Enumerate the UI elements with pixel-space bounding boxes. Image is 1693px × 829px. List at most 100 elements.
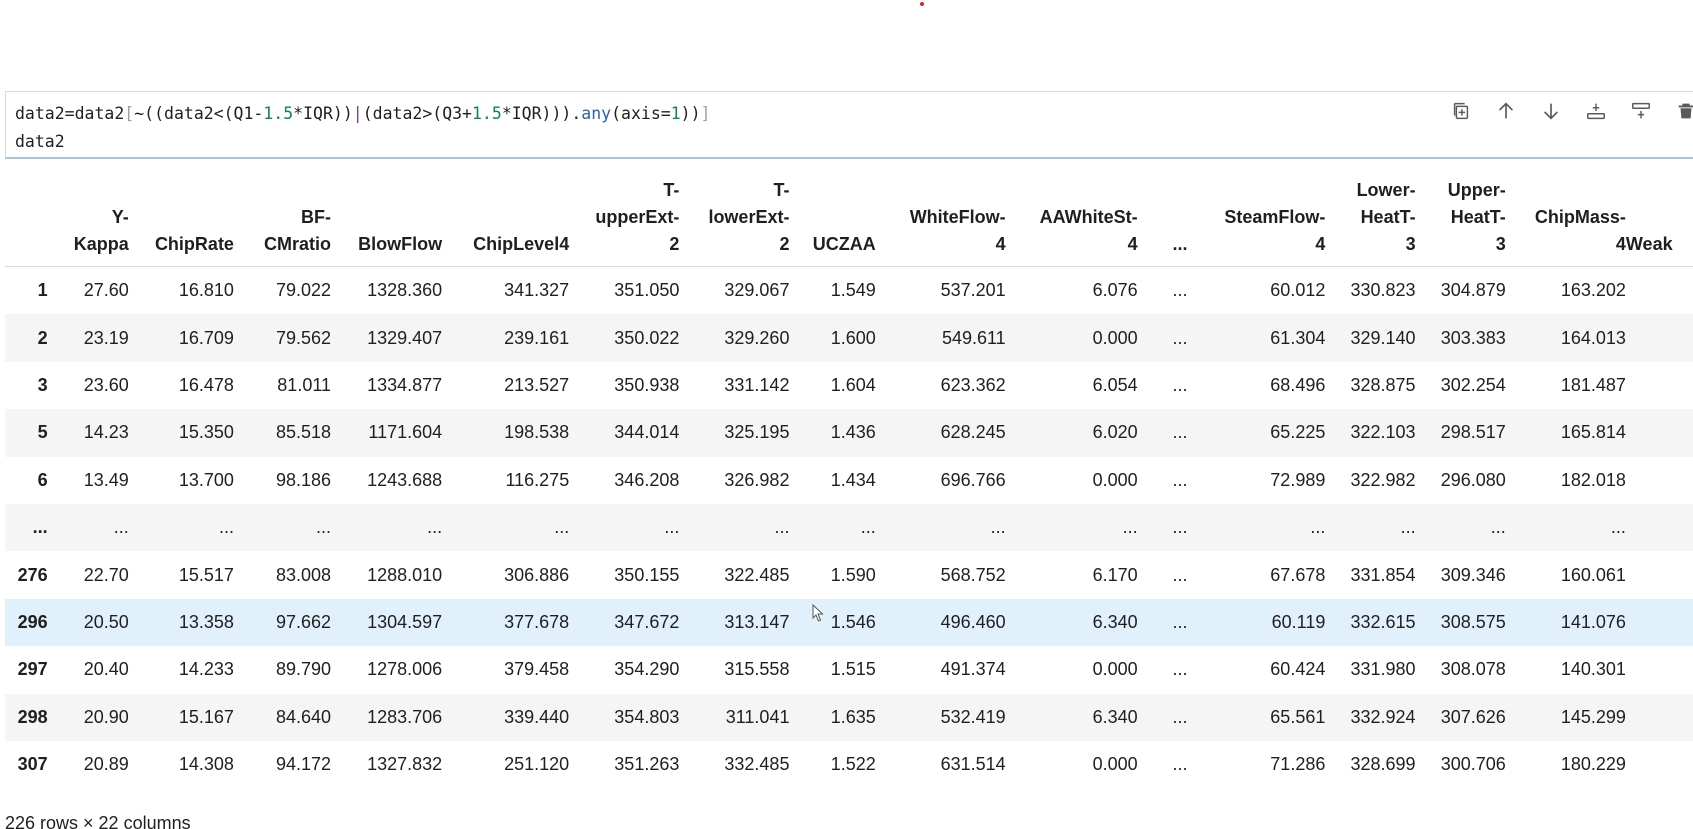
table-row[interactable]: 276 22.70 15.517 83.008 1288.010 306.886 350.1… bbox=[5, 551, 1693, 599]
table-cell: 6.076 bbox=[1005, 266, 1138, 315]
table-cell: ... bbox=[1187, 503, 1326, 552]
table-cell: 1304.597 bbox=[331, 598, 443, 647]
code-line-1: data2=data2[~((data2<(Q1-1.5*IQR))|(data… bbox=[15, 104, 711, 123]
move-up-button[interactable] bbox=[1483, 96, 1528, 126]
table-row[interactable]: 6 13.49 13.700 98.186 1243.688 116.275 346.208… bbox=[5, 456, 1693, 504]
table-cell bbox=[1625, 266, 1693, 315]
column-header: Lower- HeatT- 3 bbox=[1325, 170, 1416, 267]
table-cell: 328.875 bbox=[1325, 361, 1416, 410]
table-cell bbox=[1625, 646, 1693, 694]
table-cell: 309.346 bbox=[1415, 551, 1506, 599]
duplicate-cell-button[interactable] bbox=[1438, 96, 1483, 126]
table-cell: 20.90 bbox=[47, 693, 129, 741]
column-header-label: ChipLevel4 bbox=[473, 234, 570, 254]
table-row[interactable]: 2 23.19 16.709 79.562 1329.407 239.161 350.022… bbox=[5, 314, 1693, 362]
table-cell: 15.517 bbox=[128, 551, 234, 599]
delete-cell-button[interactable] bbox=[1663, 96, 1693, 126]
table-row[interactable]: 307 20.89 14.308 94.172 1327.832 251.120 351.2… bbox=[5, 740, 1693, 789]
column-header-label: WhiteFlow- 4 bbox=[909, 207, 1006, 254]
column-header: WhiteFlow- 4 bbox=[875, 170, 1006, 267]
table-cell: 347.672 bbox=[569, 598, 680, 647]
table-cell: ... bbox=[233, 503, 332, 552]
column-header: SteamFlow- 4 bbox=[1187, 170, 1326, 267]
table-row[interactable]: 296 20.50 13.358 97.662 1304.597 377.678 347.6… bbox=[5, 598, 1693, 647]
table-cell: 341.327 bbox=[442, 266, 570, 315]
code-editor[interactable]: data2=data2[~((data2<(Q1-1.5*IQR))|(data… bbox=[15, 100, 710, 156]
table-cell: ... bbox=[1505, 503, 1626, 552]
table-cell: ... bbox=[679, 503, 790, 552]
code-line-2: data2 bbox=[15, 132, 65, 151]
table-header-row: Y- Kappa ChipRate BF- CMratio BlowFlow ChipL… bbox=[5, 170, 1693, 267]
column-header: BF- CMratio bbox=[233, 170, 332, 267]
table-cell: 351.263 bbox=[569, 740, 680, 789]
table-cell: 81.011 bbox=[233, 361, 332, 410]
table-row[interactable]: 298 20.90 15.167 84.640 1283.706 339.440 354.8… bbox=[5, 693, 1693, 741]
table-cell: 329.067 bbox=[679, 266, 790, 315]
table-cell: 83.008 bbox=[233, 551, 332, 599]
table-cell: 213.527 bbox=[442, 361, 570, 410]
column-header-label: Lower- HeatT- 3 bbox=[1356, 180, 1416, 254]
column-header-label: AAWhiteSt- 4 bbox=[1039, 207, 1138, 254]
table-cell: 160.061 bbox=[1505, 551, 1626, 599]
table-cell: 331.142 bbox=[679, 361, 790, 410]
table-cell: 61.304 bbox=[1187, 314, 1326, 362]
column-header-label: Weak bbox=[1625, 234, 1673, 254]
table-cell: 65.561 bbox=[1187, 693, 1326, 741]
table-cell: 322.982 bbox=[1325, 456, 1416, 504]
table-cell: 1.522 bbox=[789, 740, 876, 789]
delete-icon bbox=[1678, 103, 1693, 119]
column-header: Upper- HeatT- 3 bbox=[1415, 170, 1506, 267]
table-cell: 1288.010 bbox=[331, 551, 443, 599]
row-index: 6 bbox=[5, 456, 48, 504]
table-cell: 23.60 bbox=[47, 361, 129, 410]
table-cell: 60.424 bbox=[1187, 646, 1326, 694]
table-cell: 1.604 bbox=[789, 361, 876, 410]
table-row[interactable]: 3 23.60 16.478 81.011 1334.877 213.527 350.938… bbox=[5, 361, 1693, 410]
table-cell: 14.23 bbox=[47, 409, 129, 457]
table-cell: 20.40 bbox=[47, 646, 129, 694]
column-header-label: Upper- HeatT- 3 bbox=[1447, 180, 1506, 254]
table-cell: 344.014 bbox=[569, 409, 680, 457]
table-cell: ... bbox=[128, 503, 234, 552]
column-header: ChipRate bbox=[128, 170, 234, 267]
table-cell bbox=[1625, 361, 1693, 410]
table-cell: 15.167 bbox=[128, 693, 234, 741]
table-row[interactable]: ........................................… bbox=[5, 503, 1693, 552]
table-cell: 331.854 bbox=[1325, 551, 1416, 599]
table-cell: 65.225 bbox=[1187, 409, 1326, 457]
table-cell: 6.054 bbox=[1005, 361, 1138, 410]
table-cell: 14.233 bbox=[128, 646, 234, 694]
table-cell: 296.080 bbox=[1415, 456, 1506, 504]
dataframe-table: Y- Kappa ChipRate BF- CMratio BlowFlow ChipL… bbox=[5, 170, 1693, 789]
column-header-label: ChipRate bbox=[154, 234, 234, 254]
table-cell: 1.600 bbox=[789, 314, 876, 362]
table-cell: 165.814 bbox=[1505, 409, 1626, 457]
table-cell: 251.120 bbox=[442, 740, 570, 789]
table-cell: 308.575 bbox=[1415, 598, 1506, 647]
move-down-button[interactable] bbox=[1528, 96, 1573, 126]
table-cell: 79.022 bbox=[233, 266, 332, 315]
table-cell: 23.19 bbox=[47, 314, 129, 362]
table-cell: ... bbox=[1137, 456, 1188, 504]
column-header: ChipMass- 4 bbox=[1505, 170, 1626, 267]
table-cell: 27.60 bbox=[47, 266, 129, 315]
column-header-label: SteamFlow- 4 bbox=[1224, 207, 1326, 254]
table-row[interactable]: 5 14.23 15.350 85.518 1171.604 198.538 344.014… bbox=[5, 409, 1693, 457]
insert-below-button[interactable] bbox=[1573, 96, 1618, 126]
table-cell: 180.229 bbox=[1505, 740, 1626, 789]
table-cell: 16.810 bbox=[128, 266, 234, 315]
table-cell: 351.050 bbox=[569, 266, 680, 315]
table-cell bbox=[1625, 409, 1693, 457]
dataframe-shape-summary: 226 rows × 22 columns bbox=[5, 813, 191, 829]
table-cell: 6.020 bbox=[1005, 409, 1138, 457]
table-cell: 350.022 bbox=[569, 314, 680, 362]
column-header-label: ... bbox=[1172, 234, 1188, 254]
table-row[interactable]: 297 20.40 14.233 89.790 1278.006 379.458 354.2… bbox=[5, 646, 1693, 694]
table-cell: 532.419 bbox=[875, 693, 1006, 741]
column-header: ... bbox=[1137, 170, 1188, 267]
split-cell-button[interactable] bbox=[1618, 96, 1663, 126]
table-row[interactable]: 1 27.60 16.810 79.022 1328.360 341.327 351.050… bbox=[5, 266, 1693, 315]
column-header bbox=[5, 170, 48, 267]
column-header: BlowFlow bbox=[331, 170, 443, 267]
table-cell: 307.626 bbox=[1415, 693, 1506, 741]
